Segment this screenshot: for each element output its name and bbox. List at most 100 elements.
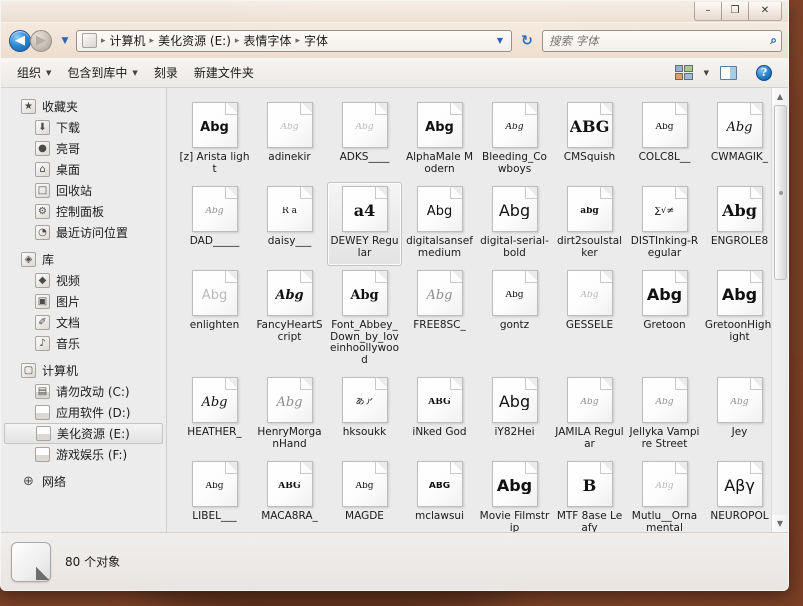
forward-button[interactable]: ▶	[30, 29, 52, 52]
file-tile[interactable]: ∑√≠ DISTInking-Regular	[627, 182, 702, 266]
breadcrumb-drive[interactable]: 美化资源 (E:)	[156, 32, 233, 49]
file-tile[interactable]: Abg Mutlu__Ornamental	[627, 457, 702, 532]
view-chevron-down-icon[interactable]: ▼	[704, 69, 709, 77]
file-tile[interactable]: abg dirt2soulstalker	[552, 182, 627, 266]
file-tile[interactable]: Abg Font_Abbey_Down_by_loveinhoollywood	[327, 266, 402, 373]
burn-button[interactable]: 刻录	[146, 60, 186, 85]
file-tile[interactable]: Abg gontz	[477, 266, 552, 339]
font-file-icon: ABG	[416, 461, 463, 507]
file-tile[interactable]: Abg HEATHER_	[177, 373, 252, 446]
breadcrumb-folder-1[interactable]: 表情字体	[241, 32, 293, 49]
refresh-icon[interactable]: ↻	[516, 30, 538, 52]
breadcrumb-computer[interactable]: 计算机	[108, 32, 148, 49]
file-tile[interactable]: R a daisy___	[252, 182, 327, 255]
back-button[interactable]: ◀	[9, 29, 31, 52]
maximize-button[interactable]: ❐	[721, 2, 749, 21]
file-tile[interactable]: Abg adinekir	[252, 98, 327, 171]
file-tile[interactable]: あア hksoukk	[327, 373, 402, 446]
sidebar-item-drive-e[interactable]: 美化资源 (E:)	[4, 423, 163, 444]
file-tile[interactable]: Abg GretoonHighlight	[702, 266, 777, 350]
sidebar-item-drive-c[interactable]: ▤ 请勿改动 (C:)	[1, 381, 166, 402]
file-tile[interactable]: Abg digital-serial-bold	[477, 182, 552, 266]
change-view-button[interactable]	[667, 61, 701, 84]
file-tile[interactable]: Abg FREE8SC_	[402, 266, 477, 339]
file-tile[interactable]: ABG CMSquish	[552, 98, 627, 171]
organize-button[interactable]: 组织 ▼	[9, 60, 59, 85]
file-name-label: MTF 8ase Leafy	[556, 510, 623, 532]
address-bar[interactable]: ▸ 计算机 ▸ 美化资源 (E:) ▸ 表情字体 ▸ 字体 ▼	[76, 29, 512, 52]
sidebar-item-drive-f[interactable]: 游戏娱乐 (F:)	[1, 444, 166, 465]
search-input[interactable]	[547, 32, 771, 49]
new-folder-button[interactable]: 新建文件夹	[186, 60, 262, 85]
file-tile[interactable]: Abg Jey	[702, 373, 777, 446]
file-tile[interactable]: Abg Movie Filmstrip	[477, 457, 552, 532]
file-tile[interactable]: ABG MACA8RA_	[252, 457, 327, 530]
close-button[interactable]: ✕	[748, 2, 782, 21]
scrollbar-thumb[interactable]	[773, 105, 787, 280]
file-tile[interactable]: Abg [z] Arista light	[177, 98, 252, 182]
sidebar-item-control-panel[interactable]: ⚙ 控制面板	[1, 201, 166, 222]
file-tile[interactable]: Abg AlphaMale Modern	[402, 98, 477, 182]
file-tile[interactable]: ABG mclawsui	[402, 457, 477, 530]
sidebar-item-libraries[interactable]: ◈ 库	[1, 249, 166, 270]
sidebar-item-music[interactable]: ♪ 音乐	[1, 333, 166, 354]
navigation-pane[interactable]: ★ 收藏夹 ⬇ 下载 ● 亮哥 ⌂ 桌面 □ 回收站 ⚙ 控制面板 ◔ 最近访问…	[1, 88, 167, 532]
sidebar-item-computer[interactable]: ▢ 计算机	[1, 360, 166, 381]
scroll-down-button[interactable]: ▼	[771, 515, 788, 532]
search-box[interactable]: ⌕	[542, 29, 782, 52]
sidebar-item-desktop[interactable]: ⌂ 桌面	[1, 159, 166, 180]
file-tile[interactable]: ABG iNked God	[402, 373, 477, 446]
file-tile[interactable]: Abg enlighten	[177, 266, 252, 339]
file-list-pane[interactable]: Abg [z] Arista light Abg adinekir Abg ADKS___…	[167, 88, 788, 532]
file-tile[interactable]: a4 DEWEY Regular	[327, 182, 402, 266]
file-tile[interactable]: Abg COLC8L__	[627, 98, 702, 171]
file-tile[interactable]: Abg DAD_____	[177, 182, 252, 255]
sidebar-item-downloads[interactable]: ⬇ 下载	[1, 117, 166, 138]
scroll-up-button[interactable]: ▲	[771, 88, 788, 105]
sidebar-item-network[interactable]: ⊕ 网络	[1, 471, 166, 492]
file-tile[interactable]: Abg CWMAGIK_	[702, 98, 777, 171]
file-tile[interactable]: Abg LIBEL___	[177, 457, 252, 530]
file-tile[interactable]: Abg Jellyka Vampire Street	[627, 373, 702, 457]
file-tile[interactable]: B MTF 8ase Leafy	[552, 457, 627, 532]
address-dropdown-icon[interactable]: ▼	[492, 36, 508, 45]
sidebar-item-videos[interactable]: ◆ 视频	[1, 270, 166, 291]
include-in-library-button[interactable]: 包含到库中 ▼	[59, 60, 145, 85]
file-tile[interactable]: Abg FancyHeartScript	[252, 266, 327, 350]
preview-pane-button[interactable]	[712, 62, 745, 84]
sidebar-item-favorites[interactable]: ★ 收藏夹	[1, 96, 166, 117]
vertical-scrollbar[interactable]: ▲ ▼	[771, 88, 788, 532]
font-file-icon: Abg	[491, 102, 538, 148]
file-name-label: [z] Arista light	[179, 151, 250, 175]
file-tile[interactable]: Abg ENGROLE8	[702, 182, 777, 255]
sidebar-item-user[interactable]: ● 亮哥	[1, 138, 166, 159]
file-tile[interactable]: Abg GESSELE	[552, 266, 627, 339]
file-tile[interactable]: Abg JAMILA Regular	[552, 373, 627, 457]
scrollbar-track[interactable]	[772, 105, 789, 515]
file-tile[interactable]: Abg digitalsansefmedium	[402, 182, 477, 266]
sidebar-item-pictures[interactable]: ▣ 图片	[1, 291, 166, 312]
sidebar-item-recycle-bin[interactable]: □ 回收站	[1, 180, 166, 201]
file-tile[interactable]: Abg Bleeding_Cowboys	[477, 98, 552, 182]
file-tile[interactable]: Abg Gretoon	[627, 266, 702, 339]
file-name-label: DAD_____	[189, 235, 240, 247]
file-tile[interactable]: Abg HenryMorganHand	[252, 373, 327, 457]
minimize-button[interactable]: –	[694, 2, 722, 21]
sidebar-item-recent-places[interactable]: ◔ 最近访问位置	[1, 222, 166, 243]
font-preview-glyph: Abg	[721, 287, 758, 303]
sidebar-group-favorites: ★ 收藏夹 ⬇ 下载 ● 亮哥 ⌂ 桌面 □ 回收站 ⚙ 控制面板 ◔ 最近访问…	[1, 96, 166, 243]
recent-pages-caret-icon[interactable]: ▼	[58, 30, 72, 52]
file-tile[interactable]: Abg MAGDE	[327, 457, 402, 530]
sidebar-item-label: 游戏娱乐 (F:)	[56, 448, 128, 462]
file-tile[interactable]: Aβγ NEUROPOL	[702, 457, 777, 530]
sidebar-item-drive-d[interactable]: 应用软件 (D:)	[1, 402, 166, 423]
breadcrumb-folder-2[interactable]: 字体	[302, 32, 330, 49]
sidebar-item-documents[interactable]: ✐ 文档	[1, 312, 166, 333]
toolbar-right-group: ▼ ?	[667, 61, 780, 85]
window-body: ★ 收藏夹 ⬇ 下载 ● 亮哥 ⌂ 桌面 □ 回收站 ⚙ 控制面板 ◔ 最近访问…	[1, 88, 788, 532]
font-preview-glyph: abg	[580, 206, 599, 216]
help-button[interactable]: ?	[748, 61, 780, 85]
file-tile[interactable]: Abg iY82Hei	[477, 373, 552, 446]
file-tile[interactable]: Abg ADKS____	[327, 98, 402, 171]
sidebar-group-libraries: ◈ 库 ◆ 视频 ▣ 图片 ✐ 文档 ♪ 音乐	[1, 249, 166, 354]
